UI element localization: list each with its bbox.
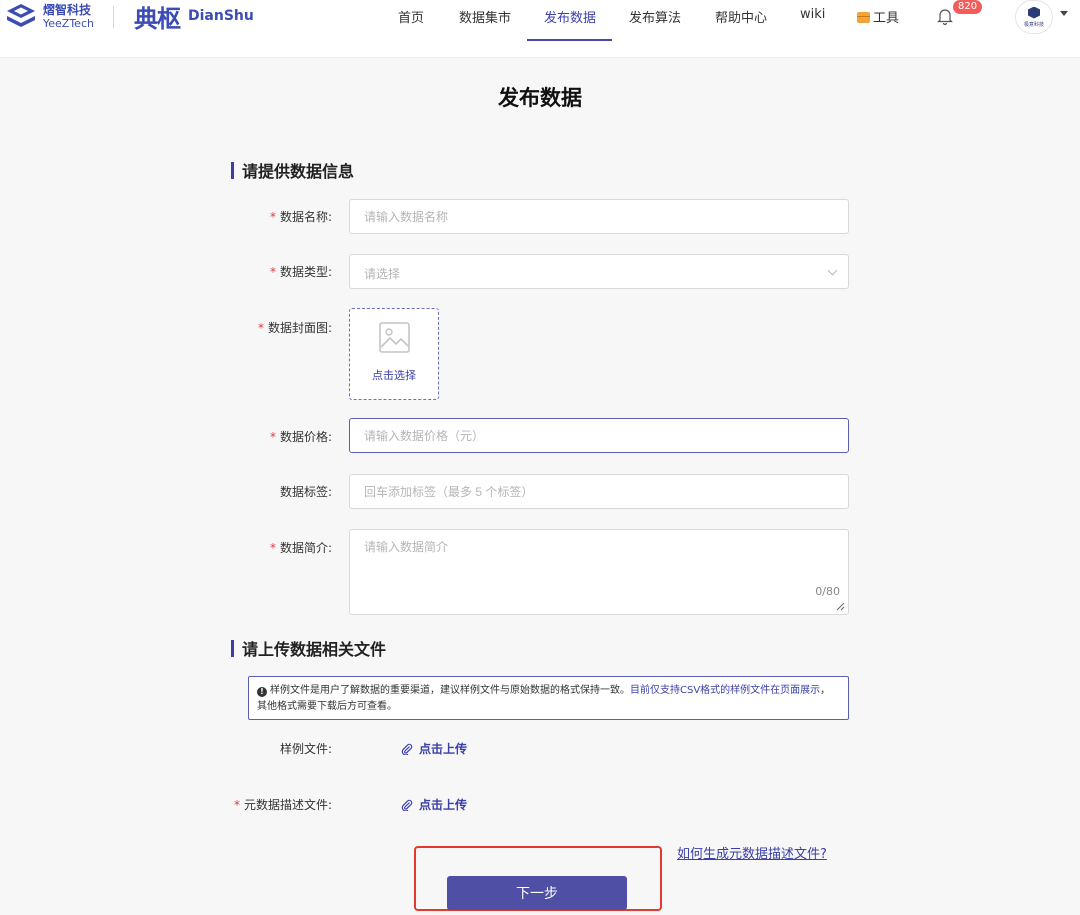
label-data-tags: 数据标签:	[222, 483, 332, 500]
notice-link[interactable]: 目前仅支持CSV格式的样例文件在页面展示	[630, 685, 820, 696]
yeeztech-logo[interactable]: 熠智科技 YeeZTech	[4, 2, 94, 32]
required-asterisk: *	[257, 321, 264, 335]
nav-tools[interactable]: 工具	[857, 7, 899, 26]
next-step-button[interactable]: 下一步	[447, 876, 627, 910]
label-data-price: * 数据价格:	[222, 428, 332, 445]
sample-upload-label: 点击上传	[419, 742, 468, 756]
label-meta-file: * 元数据描述文件:	[222, 796, 332, 813]
chevron-down-icon[interactable]	[1060, 11, 1068, 16]
label-data-cover-text: 数据封面图:	[267, 321, 332, 335]
avatar-caption: 极意科技	[1023, 21, 1044, 28]
label-data-type-text: 数据类型:	[279, 265, 332, 279]
info-icon: !	[257, 687, 267, 697]
avatar[interactable]: 极意科技	[1015, 0, 1053, 34]
nav-home[interactable]: 首页	[398, 7, 424, 26]
label-sample-file: 样例文件:	[222, 740, 332, 757]
section-title-files: 请上传数据相关文件	[231, 636, 386, 660]
required-asterisk: *	[269, 430, 276, 444]
sample-upload-button[interactable]: 点击上传	[401, 740, 467, 757]
paperclip-icon	[401, 743, 413, 755]
yeeztech-logo-cn: 熠智科技	[43, 3, 92, 17]
top-navbar: 熠智科技 YeeZTech 典枢 DianShu 首页 数据集市 发布数据 发布…	[0, 0, 1080, 58]
data-name-input[interactable]	[349, 199, 849, 234]
cover-upload-box[interactable]: 点击选择	[349, 308, 439, 400]
section-title-info-text: 请提供数据信息	[242, 162, 355, 181]
data-tags-input[interactable]	[349, 474, 849, 509]
dianshu-logo[interactable]: 典枢 DianShu	[134, 0, 254, 33]
logo-divider	[113, 6, 114, 28]
data-type-select[interactable]: 请选择	[349, 254, 849, 289]
meta-upload-label: 点击上传	[419, 798, 468, 812]
label-data-name-text: 数据名称:	[279, 210, 332, 224]
avatar-logo-icon	[1028, 6, 1040, 19]
nav-data-market[interactable]: 数据集市	[459, 7, 511, 26]
yeeztech-logo-en: YeeZTech	[43, 17, 94, 30]
nav-wiki[interactable]: wiki	[800, 7, 825, 22]
label-data-tags-text: 数据标签:	[279, 485, 332, 499]
nav-tools-label: 工具	[873, 11, 900, 26]
section-bar	[231, 161, 234, 179]
chevron-down-icon	[827, 265, 838, 276]
required-asterisk: *	[269, 210, 276, 224]
label-data-intro: * 数据简介:	[222, 539, 332, 556]
label-meta-file-text: 元数据描述文件:	[243, 798, 332, 812]
notice-text: 样例文件是用户了解数据的重要渠道，建议样例文件与原始数据的格式保持一致。	[270, 685, 630, 696]
label-sample-file-text: 样例文件:	[279, 742, 332, 756]
required-asterisk: *	[269, 265, 276, 279]
resize-handle-icon[interactable]	[836, 602, 845, 611]
dianshu-logo-en: DianShu	[188, 8, 254, 24]
image-icon	[379, 322, 410, 353]
char-counter: 0/80	[815, 585, 840, 598]
nav-active-indicator	[527, 39, 612, 41]
label-data-name: * 数据名称:	[222, 208, 332, 225]
label-data-intro-text: 数据简介:	[279, 541, 332, 555]
required-asterisk: *	[233, 798, 240, 812]
data-price-input[interactable]	[349, 418, 849, 453]
dianshu-logo-cn: 典枢	[134, 3, 181, 33]
meta-upload-button[interactable]: 点击上传	[401, 796, 467, 813]
notification-badge: 820	[953, 0, 983, 14]
data-type-placeholder: 请选择	[364, 267, 401, 281]
section-title-files-text: 请上传数据相关文件	[242, 640, 387, 659]
section-title-info: 请提供数据信息	[231, 158, 354, 182]
label-data-price-text: 数据价格:	[279, 430, 332, 444]
nav-publish-algorithm[interactable]: 发布算法	[629, 7, 681, 26]
data-intro-textarea[interactable]	[349, 529, 849, 615]
label-data-type: * 数据类型:	[222, 263, 332, 280]
nav-publish-data[interactable]: 发布数据	[544, 7, 596, 26]
bell-icon[interactable]	[937, 7, 953, 25]
page-title: 发布数据	[498, 86, 582, 110]
required-asterisk: *	[269, 541, 276, 555]
toolbox-icon	[857, 12, 870, 23]
file-notice: ! 样例文件是用户了解数据的重要渠道，建议样例文件与原始数据的格式保持一致。目前仅…	[248, 676, 849, 720]
nav-help-center[interactable]: 帮助中心	[715, 7, 767, 26]
meta-file-help-link[interactable]: 如何生成元数据描述文件?	[677, 843, 827, 862]
paperclip-icon	[401, 799, 413, 811]
section-bar	[231, 639, 234, 657]
label-data-cover: * 数据封面图:	[222, 319, 332, 336]
cover-select-label: 点击选择	[372, 369, 416, 382]
yeeztech-logo-icon	[7, 4, 35, 27]
